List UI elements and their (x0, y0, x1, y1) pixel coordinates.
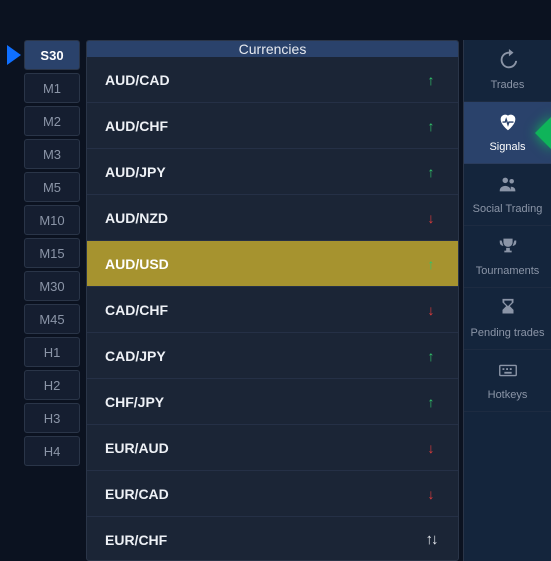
right-nav: Trades Signals Social Trading Tournament… (463, 40, 551, 561)
timeframe-m2[interactable]: M2 (24, 106, 80, 136)
history-icon (497, 49, 519, 75)
keyboard-icon (497, 359, 519, 385)
timeframe-m3[interactable]: M3 (24, 139, 80, 169)
trophy-icon (497, 235, 519, 261)
nav-signals[interactable]: Signals (464, 102, 551, 164)
currency-pair-label: AUD/CHF (105, 118, 168, 134)
heartbeat-icon (497, 111, 519, 137)
nav-trades[interactable]: Trades (464, 40, 551, 102)
arrow-up-icon: ↑ (422, 256, 440, 272)
timeframe-h3[interactable]: H3 (24, 403, 80, 433)
timeframe-m15[interactable]: M15 (24, 238, 80, 268)
timeframe-m45[interactable]: M45 (24, 304, 80, 334)
timeframe-m30[interactable]: M30 (24, 271, 80, 301)
currency-pair-label: AUD/JPY (105, 164, 166, 180)
arrow-down-icon: ↓ (422, 440, 440, 456)
nav-tournaments[interactable]: Tournaments (464, 226, 551, 288)
arrow-down-icon: ↓ (422, 486, 440, 502)
currency-pair-label: CAD/CHF (105, 302, 168, 318)
currency-pair-label: EUR/AUD (105, 440, 169, 456)
timeframe-s30[interactable]: S30 (24, 40, 80, 70)
arrow-up-icon: ↑ (422, 164, 440, 180)
nav-pending-trades[interactable]: Pending trades (464, 288, 551, 350)
nav-label: Pending trades (467, 327, 549, 340)
currency-pair-label: CAD/JPY (105, 348, 166, 364)
nav-label: Hotkeys (484, 389, 532, 402)
currencies-panel: Currencies AUD/CAD ↑ AUD/CHF ↑ AUD/JPY ↑… (86, 40, 459, 561)
currency-row-cad-jpy[interactable]: CAD/JPY ↑ (87, 333, 458, 379)
currency-row-aud-cad[interactable]: AUD/CAD ↑ (87, 57, 458, 103)
timeframe-h1[interactable]: H1 (24, 337, 80, 367)
arrow-down-icon: ↓ (422, 302, 440, 318)
currency-row-aud-chf[interactable]: AUD/CHF ↑ (87, 103, 458, 149)
currency-pair-label: CHF/JPY (105, 394, 164, 410)
arrow-up-icon: ↑ (422, 118, 440, 134)
nav-label: Trades (487, 79, 529, 92)
timeframe-m5[interactable]: M5 (24, 172, 80, 202)
nav-label: Tournaments (472, 265, 544, 278)
currency-row-cad-chf[interactable]: CAD/CHF ↓ (87, 287, 458, 333)
arrow-up-icon: ↑ (422, 348, 440, 364)
timeframe-m1[interactable]: M1 (24, 73, 80, 103)
arrow-up-icon: ↑ (422, 72, 440, 88)
currency-row-aud-usd[interactable]: AUD/USD ↑ (87, 241, 458, 287)
currencies-header: Currencies (87, 41, 458, 57)
currency-pair-label: EUR/CHF (105, 532, 167, 548)
timeframe-h4[interactable]: H4 (24, 436, 80, 466)
timeframe-m10[interactable]: M10 (24, 205, 80, 235)
nav-label: Signals (485, 141, 529, 154)
hourglass-icon (497, 297, 519, 323)
currency-row-aud-jpy[interactable]: AUD/JPY ↑ (87, 149, 458, 195)
currency-row-chf-jpy[interactable]: CHF/JPY ↑ (87, 379, 458, 425)
users-icon (497, 173, 519, 199)
nav-label: Social Trading (469, 203, 547, 216)
currency-row-aud-nzd[interactable]: AUD/NZD ↓ (87, 195, 458, 241)
sort-icon: ↑↓ (422, 531, 440, 548)
currency-pair-label: AUD/USD (105, 256, 169, 272)
currency-row-eur-aud[interactable]: EUR/AUD ↓ (87, 425, 458, 471)
currency-pair-label: EUR/CAD (105, 486, 169, 502)
arrow-down-icon: ↓ (422, 210, 440, 226)
nav-hotkeys[interactable]: Hotkeys (464, 350, 551, 412)
timeframe-h2[interactable]: H2 (24, 370, 80, 400)
arrow-up-icon: ↑ (422, 394, 440, 410)
timeframe-list: S30 M1 M2 M3 M5 M10 M15 M30 M45 H1 H2 H3… (24, 40, 80, 561)
currency-pair-label: AUD/NZD (105, 210, 168, 226)
nav-social-trading[interactable]: Social Trading (464, 164, 551, 226)
currency-row-eur-cad[interactable]: EUR/CAD ↓ (87, 471, 458, 517)
currency-pair-label: AUD/CAD (105, 72, 170, 88)
currency-row-eur-chf[interactable]: EUR/CHF ↑↓ (87, 517, 458, 561)
currency-list: AUD/CAD ↑ AUD/CHF ↑ AUD/JPY ↑ AUD/NZD ↓ … (87, 57, 458, 561)
